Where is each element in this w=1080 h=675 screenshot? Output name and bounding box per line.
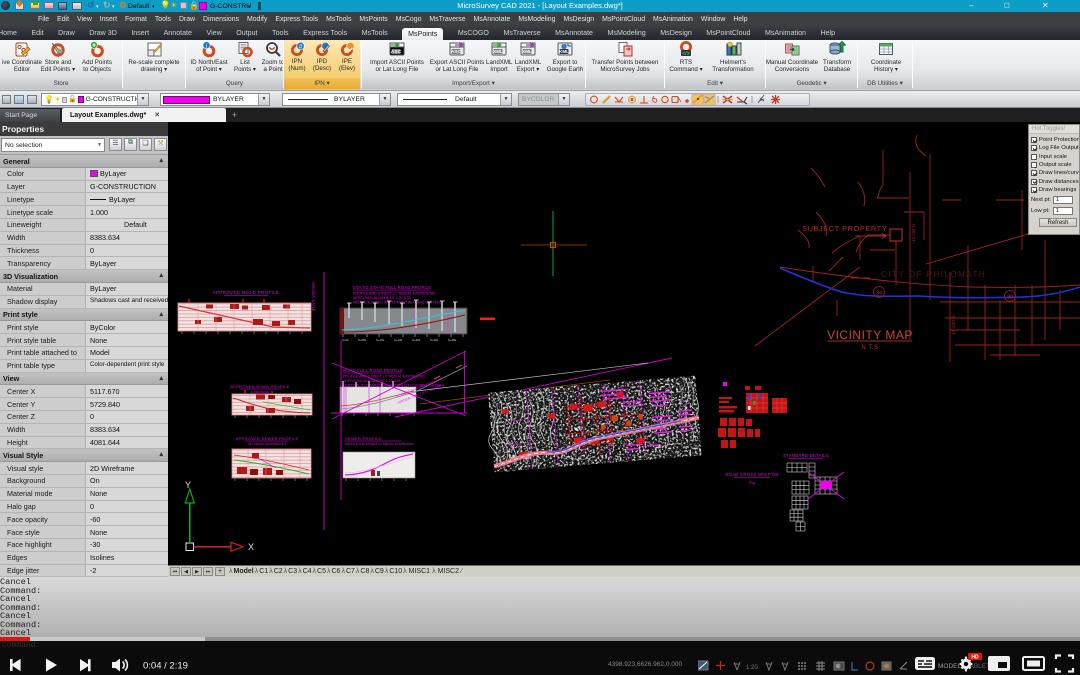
svg-text:& DRAINAGE: & DRAINAGE: [251, 390, 270, 394]
svg-text:20: 20: [1007, 295, 1013, 301]
svg-text:KML: KML: [559, 49, 569, 54]
svg-text:XML: XML: [493, 49, 503, 54]
svg-text:S+320: S+320: [412, 338, 421, 342]
svg-text:ROAD CROSS SECTION: ROAD CROSS SECTION: [725, 472, 778, 477]
svg-text:(BY MEDIAL EASTBOUND): (BY MEDIAL EASTBOUND): [248, 442, 285, 446]
svg-text:XML: XML: [522, 49, 532, 54]
svg-text:N.T.S: N.T.S: [861, 345, 878, 351]
svg-text:1:20: 1:20: [746, 665, 758, 671]
svg-text:S+480: S+480: [448, 338, 457, 342]
svg-text:AMADA LANE: AMADA LANE: [311, 282, 316, 312]
svg-text:#: #: [298, 43, 302, 50]
svg-text:MEDIAL ALIGNED WALTZ-MID (TWO: MEDIAL ALIGNED WALTZ-MID (TWO LANE CUTTE…: [353, 301, 441, 305]
svg-text:STA TO STA+E FULL ROAD PROFILE: STA TO STA+E FULL ROAD PROFILE: [353, 285, 431, 290]
svg-text:APPROVED SEWER PROFILE: APPROVED SEWER PROFILE: [236, 436, 299, 441]
svg-text:S+160: S+160: [376, 338, 385, 342]
svg-text:Pvg: Pvg: [749, 481, 755, 485]
svg-text:PROFILE AND STREET LC MEDIAL E: PROFILE AND STREET LC MEDIAL EASTBOUND: [345, 442, 414, 446]
svg-text:S+400: S+400: [430, 338, 439, 342]
svg-text:CITY OF PHILOMATH: CITY OF PHILOMATH: [881, 270, 986, 279]
svg-text:S+080: S+080: [358, 338, 367, 342]
svg-text:ASC: ASC: [391, 49, 402, 55]
svg-text:N 9th ST: N 9th ST: [911, 224, 916, 242]
svg-text:</>: </>: [682, 51, 690, 57]
svg-text:S 13th ST: S 13th ST: [951, 315, 956, 335]
svg-text:VICINITY MAP: VICINITY MAP: [827, 328, 913, 342]
svg-text:APPROVED ALIGNMENT 1-20 STA: APPROVED ALIGNMENT 1-20 STA: [353, 296, 411, 300]
svg-text:PROFILE AND STREET LC MEDIAL E: PROFILE AND STREET LC MEDIAL EASTBOUND: [353, 292, 435, 296]
svg-text:34: 34: [876, 291, 882, 297]
svg-text:APPROVED ROAD PROFILE: APPROVED ROAD PROFILE: [213, 290, 280, 295]
svg-text:APPROVED ROAD PROFILE: APPROVED ROAD PROFILE: [230, 384, 289, 389]
svg-text:HD: HD: [971, 655, 979, 661]
svg-text:ASC: ASC: [451, 49, 462, 55]
svg-text:S+240: S+240: [394, 338, 403, 342]
svg-text:Y: Y: [185, 480, 191, 490]
svg-text:X: X: [248, 542, 254, 552]
svg-text:STANDARD DETAILS: STANDARD DETAILS: [783, 453, 829, 458]
svg-text:i: i: [206, 43, 208, 50]
svg-text:S+00: S+00: [342, 338, 349, 342]
svg-text:0:04 / 2:19: 0:04 / 2:19: [143, 661, 188, 672]
svg-text:SUBJECT PROPERTY: SUBJECT PROPERTY: [802, 224, 887, 233]
svg-text:SEWER PROFILE: SEWER PROFILE: [345, 436, 382, 441]
